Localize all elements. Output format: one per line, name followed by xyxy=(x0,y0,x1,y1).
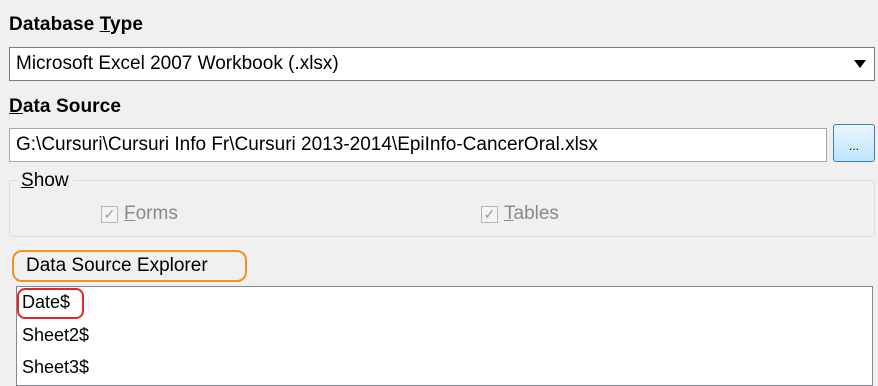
database-type-label-text: Database xyxy=(9,14,100,35)
data-source-label-rest: ata Source xyxy=(22,96,121,117)
tables-accelerator: T xyxy=(504,203,514,224)
tables-checkbox-label: Tables xyxy=(504,203,559,225)
forms-label-rest: orms xyxy=(135,203,178,224)
database-type-accelerator: T xyxy=(99,14,110,35)
forms-checkbox-label: Forms xyxy=(124,203,178,225)
list-item[interactable]: Sheet3$ xyxy=(22,357,89,378)
database-type-label-rest: ype xyxy=(109,14,144,35)
dropdown-arrow-icon[interactable] xyxy=(846,48,874,80)
list-item[interactable]: Sheet2$ xyxy=(22,325,89,346)
forms-accelerator: F xyxy=(124,203,136,224)
database-type-selected-value: Microsoft Excel 2007 Workbook (.xlsx) xyxy=(16,53,339,74)
data-source-accelerator: D xyxy=(9,96,23,117)
data-source-explorer-list[interactable]: Date$ Sheet2$ Sheet3$ xyxy=(16,286,873,386)
checkmark-icon: ✓ xyxy=(481,205,498,223)
tables-label-rest: ables xyxy=(513,203,559,224)
show-group-legend: Show xyxy=(17,170,73,192)
red-highlight-circle xyxy=(17,288,84,319)
show-accelerator: S xyxy=(21,170,34,191)
data-source-path-value: G:\Cursuri\Cursuri Info Fr\Cursuri 2013-… xyxy=(16,134,598,155)
data-source-path-field[interactable]: G:\Cursuri\Cursuri Info Fr\Cursuri 2013-… xyxy=(9,128,827,162)
data-source-label: Data Source xyxy=(9,96,121,118)
tables-checkbox[interactable]: ✓ Tables xyxy=(481,203,559,225)
data-source-explorer-title: Data Source Explorer xyxy=(12,250,247,282)
database-type-label: Database Type xyxy=(9,14,143,36)
show-legend-rest: how xyxy=(33,170,69,191)
database-type-dropdown[interactable]: Microsoft Excel 2007 Workbook (.xlsx) xyxy=(9,47,875,81)
forms-checkbox[interactable]: ✓ Forms xyxy=(101,203,178,225)
browse-button[interactable]: ... xyxy=(833,124,875,162)
checkmark-icon: ✓ xyxy=(101,205,118,223)
